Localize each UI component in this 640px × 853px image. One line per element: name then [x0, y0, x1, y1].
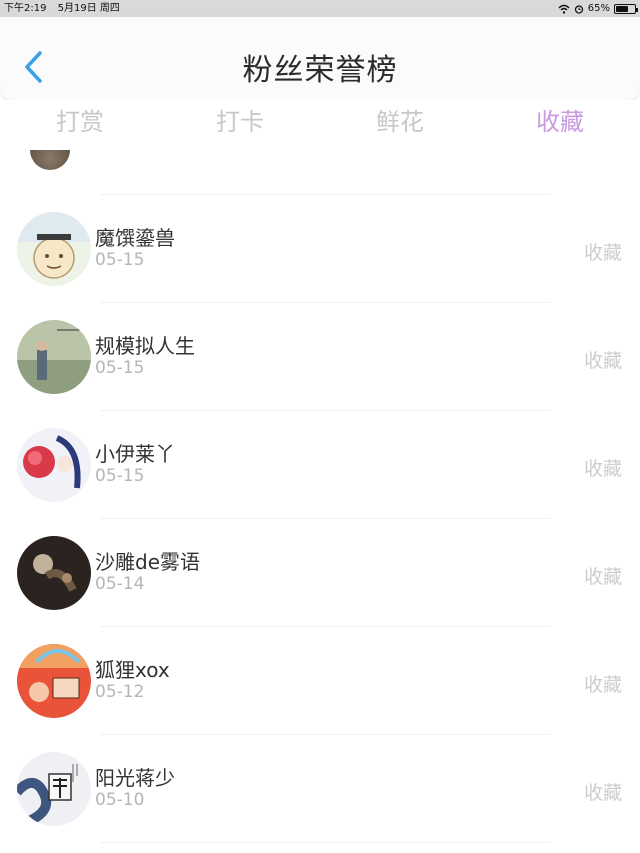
- page-title: 粉丝荣誉榜: [242, 53, 398, 88]
- status-time: 下午2:19: [4, 3, 47, 14]
- divider: [100, 734, 550, 735]
- battery-percent: 65%: [587, 3, 610, 14]
- battery-icon: [614, 3, 638, 14]
- fan-name: 沙雕de雾语: [95, 550, 200, 574]
- status-right: 65%: [558, 0, 638, 17]
- status-date: 5月19日 周四: [57, 3, 120, 14]
- avatar: [17, 752, 91, 826]
- fan-action: 收藏: [583, 242, 622, 264]
- list-item[interactable]: 小伊莱丫 05-15 收藏: [0, 410, 640, 518]
- tab-favorites[interactable]: 收藏: [480, 100, 640, 150]
- fan-name: 狐狸xox: [95, 658, 170, 682]
- fan-name: 规模拟人生: [95, 334, 195, 358]
- tab-bar: 打赏 打卡 鲜花 收藏: [0, 100, 640, 150]
- list-item[interactable]: 魔馔鎏兽 05-15 收藏: [0, 194, 640, 302]
- fan-action: 收藏: [583, 674, 622, 696]
- list-item[interactable]: 阳光蒋少 05-10 收藏: [0, 734, 640, 842]
- fan-name: 小伊莱丫: [95, 442, 175, 466]
- fan-action: 收藏: [583, 458, 622, 480]
- list-item[interactable]: 沙雕de雾语 05-14 收藏: [0, 518, 640, 626]
- fan-name: 阳光蒋少: [95, 766, 175, 790]
- fan-name: 魔馔鎏兽: [95, 226, 175, 250]
- wifi-icon: [558, 4, 570, 14]
- fan-date: 05-15: [95, 250, 145, 270]
- avatar: [30, 150, 70, 170]
- nav-bar: 粉丝荣誉榜: [0, 17, 640, 100]
- avatar: [17, 320, 91, 394]
- tab-flowers[interactable]: 鲜花: [320, 100, 480, 150]
- fan-action: 收藏: [583, 350, 622, 372]
- divider: [100, 842, 550, 843]
- avatar: [17, 212, 91, 286]
- tab-reward[interactable]: 打赏: [0, 100, 160, 150]
- divider: [100, 518, 550, 519]
- tab-checkin[interactable]: 打卡: [160, 100, 320, 150]
- list-item[interactable]: 狐狸xox 05-12 收藏: [0, 626, 640, 734]
- fan-date: 05-12: [95, 682, 145, 702]
- list-item[interactable]: 规模拟人生 05-15 收藏: [0, 302, 640, 410]
- fan-action: 收藏: [583, 782, 622, 804]
- battery-fill: [616, 5, 628, 12]
- fan-date: 05-15: [95, 358, 145, 378]
- fan-date: 05-15: [95, 466, 145, 486]
- divider: [100, 410, 550, 411]
- divider: [100, 302, 550, 303]
- divider: [100, 626, 550, 627]
- status-bar: 下午2:19 5月19日 周四 65%: [0, 0, 640, 17]
- divider: [100, 194, 550, 195]
- avatar: [17, 536, 91, 610]
- list-item-partial: [0, 150, 640, 194]
- alarm-icon: [574, 4, 583, 14]
- fan-date: 05-10: [95, 790, 145, 810]
- list-item-partial: [0, 842, 640, 853]
- fan-date: 05-14: [95, 574, 145, 594]
- fan-action: 收藏: [583, 566, 622, 588]
- avatar: [17, 644, 91, 718]
- avatar: [17, 428, 91, 502]
- status-left: 下午2:19 5月19日 周四: [4, 0, 128, 17]
